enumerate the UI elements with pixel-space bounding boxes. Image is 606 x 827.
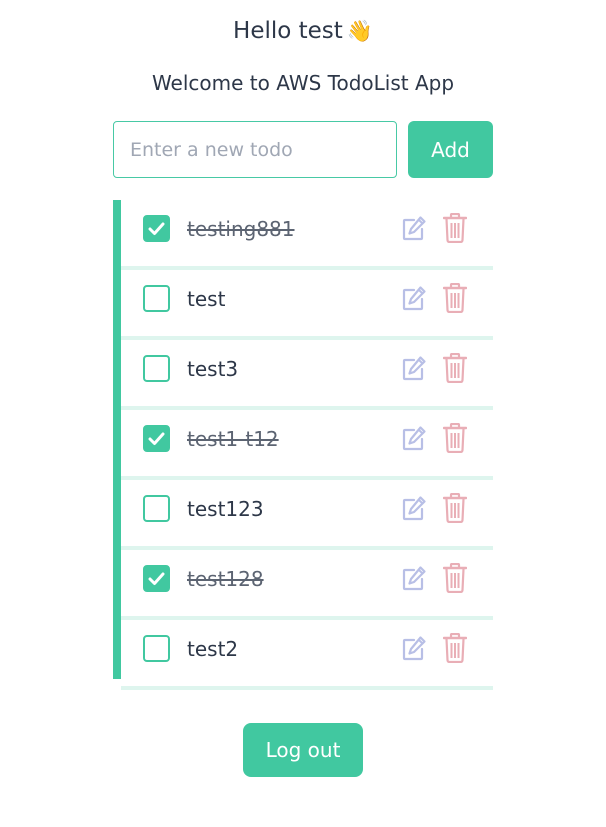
greeting: Hello test 👋 — [0, 14, 606, 48]
todo-checkbox[interactable] — [143, 215, 170, 242]
add-todo-button[interactable]: Add — [408, 121, 493, 178]
check-icon — [148, 432, 165, 445]
delete-todo-button[interactable] — [442, 352, 468, 384]
trash-icon — [442, 352, 468, 384]
trash-icon — [442, 632, 468, 664]
new-todo-input[interactable] — [113, 121, 397, 178]
todo-checkbox[interactable] — [143, 565, 170, 592]
list-accent-bar — [113, 200, 121, 679]
todo-text: test2 — [187, 637, 239, 661]
todo-text: test3 — [187, 357, 239, 381]
edit-icon — [402, 286, 426, 311]
edit-todo-button[interactable] — [401, 284, 427, 312]
check-icon — [148, 572, 165, 585]
delete-todo-button[interactable] — [442, 492, 468, 524]
todo-checkbox[interactable] — [143, 285, 170, 312]
trash-icon — [442, 282, 468, 314]
edit-todo-button[interactable] — [401, 354, 427, 382]
edit-icon — [402, 636, 426, 661]
todo-item: test — [121, 270, 493, 340]
todo-item: test1-t12 — [121, 410, 493, 480]
todo-item: test2 — [121, 620, 493, 690]
trash-icon — [442, 422, 468, 454]
edit-icon — [402, 566, 426, 591]
todo-item: testing881 — [121, 200, 493, 270]
todo-item: test3 — [121, 340, 493, 410]
greeting-text: Hello test — [233, 18, 343, 44]
todo-checkbox[interactable] — [143, 425, 170, 452]
edit-todo-button[interactable] — [401, 634, 427, 662]
edit-todo-button[interactable] — [401, 424, 427, 452]
check-icon — [148, 222, 165, 235]
edit-todo-button[interactable] — [401, 564, 427, 592]
edit-icon — [402, 216, 426, 241]
todo-checkbox[interactable] — [143, 635, 170, 662]
edit-icon — [402, 496, 426, 521]
delete-todo-button[interactable] — [442, 632, 468, 664]
todo-list: testing881 test test3 test1-t12 test123 test1… — [121, 200, 493, 690]
edit-todo-button[interactable] — [401, 214, 427, 242]
wave-icon: 👋 — [346, 19, 373, 43]
delete-todo-button[interactable] — [442, 212, 468, 244]
delete-todo-button[interactable] — [442, 282, 468, 314]
edit-icon — [402, 356, 426, 381]
todo-text: test123 — [187, 497, 264, 521]
edit-icon — [402, 426, 426, 451]
trash-icon — [442, 562, 468, 594]
delete-todo-button[interactable] — [442, 422, 468, 454]
todo-text: test1-t12 — [187, 427, 279, 451]
todo-item: test123 — [121, 480, 493, 550]
delete-todo-button[interactable] — [442, 562, 468, 594]
logout-button[interactable]: Log out — [243, 723, 363, 777]
trash-icon — [442, 492, 468, 524]
todo-text: test128 — [187, 567, 264, 591]
todo-checkbox[interactable] — [143, 495, 170, 522]
edit-todo-button[interactable] — [401, 494, 427, 522]
todo-item: test128 — [121, 550, 493, 620]
trash-icon — [442, 212, 468, 244]
todo-checkbox[interactable] — [143, 355, 170, 382]
page-subtitle: Welcome to AWS TodoList App — [151, 71, 455, 95]
todo-text: testing881 — [187, 217, 295, 241]
todo-text: test — [187, 287, 226, 311]
